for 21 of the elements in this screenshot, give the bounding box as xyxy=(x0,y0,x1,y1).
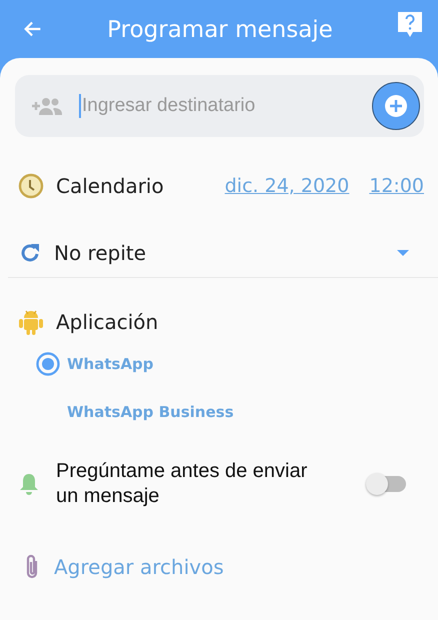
screen-title: Programar mensaje xyxy=(106,17,334,43)
bell-icon xyxy=(18,472,40,496)
add-button[interactable] xyxy=(372,82,420,130)
schedule-label: Calendario xyxy=(56,174,164,198)
add-people-icon xyxy=(31,96,63,116)
application-label: Aplicación xyxy=(56,310,158,334)
repeat-dropdown[interactable]: No repite xyxy=(18,241,424,265)
app-option[interactable]: WhatsApp Business xyxy=(67,403,234,421)
app-option[interactable]: WhatsApp xyxy=(67,355,154,373)
time-link[interactable]: 12:00 xyxy=(369,175,424,197)
android-icon xyxy=(18,308,44,336)
date-link[interactable]: dic. 24, 2020 xyxy=(224,175,350,197)
recipient-input[interactable]: Ingresar destinatario xyxy=(15,75,424,137)
add-files-link[interactable]: Agregar archivos xyxy=(54,555,224,579)
caret-icon xyxy=(396,249,410,257)
recipient-field[interactable]: Ingresar destinatario xyxy=(79,94,372,118)
clock-icon xyxy=(18,173,44,199)
paperclip-icon xyxy=(24,553,40,581)
plus-icon xyxy=(385,95,407,117)
confirm-label: Pregúntame antes de enviar un mensaje xyxy=(56,459,308,509)
radio-selected-icon[interactable] xyxy=(36,352,60,376)
